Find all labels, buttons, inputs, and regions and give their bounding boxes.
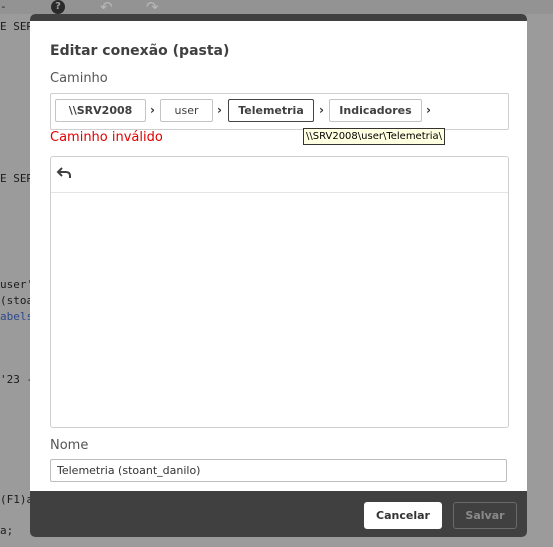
breadcrumb-user[interactable]: user bbox=[160, 99, 213, 122]
back-arrow-icon[interactable] bbox=[56, 165, 72, 181]
dialog-footer: Cancelar Salvar bbox=[30, 491, 527, 537]
background-toolbar: ? ↶ ↷ bbox=[0, 0, 553, 16]
code-line: a; bbox=[0, 524, 14, 537]
code-line: E SER bbox=[0, 172, 34, 185]
breadcrumb-srv2008[interactable]: \\SRV2008 bbox=[55, 99, 146, 122]
code-line: '23 - bbox=[0, 373, 34, 386]
name-label: Nome bbox=[50, 438, 89, 453]
code-line: abels bbox=[0, 310, 34, 323]
code-line: (F1)a bbox=[0, 493, 34, 506]
cancel-button[interactable]: Cancelar bbox=[364, 502, 442, 529]
dialog-title: Editar conexão (pasta) bbox=[50, 43, 230, 59]
breadcrumb-telemetria[interactable]: Telemetria bbox=[228, 99, 314, 122]
chevron-right-icon: › bbox=[319, 103, 324, 117]
path-breadcrumb: \\SRV2008 › user › Telemetria › Indicado… bbox=[50, 93, 509, 130]
name-input[interactable] bbox=[50, 459, 507, 482]
edit-connection-dialog: Editar conexão (pasta) Caminho \\SRV2008… bbox=[30, 14, 527, 537]
folder-browser[interactable] bbox=[50, 156, 509, 428]
path-tooltip: \\SRV2008\user\Telemetria\ bbox=[303, 128, 446, 145]
path-label: Caminho bbox=[50, 71, 108, 86]
path-error-message: Caminho inválido bbox=[50, 130, 163, 145]
code-line: user' bbox=[0, 278, 34, 291]
save-button[interactable]: Salvar bbox=[453, 502, 517, 529]
code-line: (stoa bbox=[0, 294, 34, 307]
chevron-right-icon: › bbox=[426, 103, 431, 117]
dialog-top-bar bbox=[30, 14, 527, 21]
chevron-right-icon: › bbox=[217, 103, 222, 117]
chevron-right-icon: › bbox=[150, 103, 155, 117]
breadcrumb-indicadores[interactable]: Indicadores bbox=[329, 99, 422, 122]
code-line: E SER bbox=[0, 20, 34, 33]
folder-browser-header bbox=[51, 157, 508, 193]
help-icon: ? bbox=[51, 0, 65, 14]
code-line: - bbox=[0, 0, 7, 13]
